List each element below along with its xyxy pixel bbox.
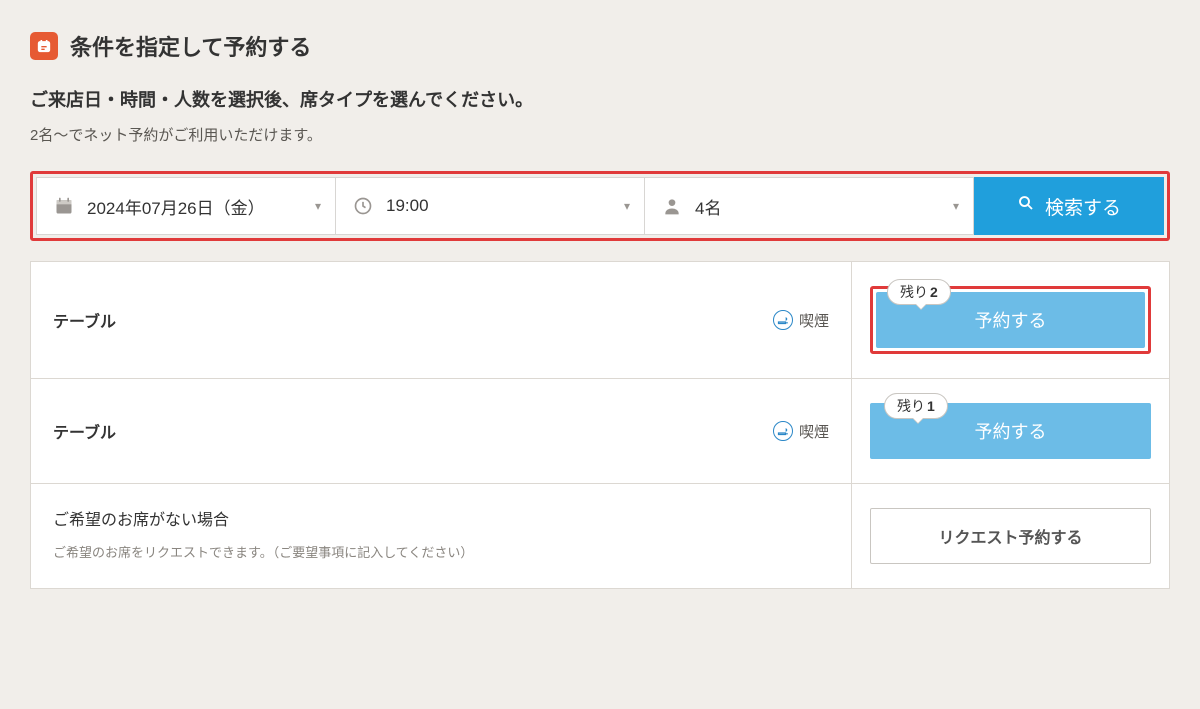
time-select[interactable]: 19:00 ▾ bbox=[335, 177, 645, 235]
smoking-icon bbox=[773, 421, 793, 441]
request-button-label: リクエスト予約する bbox=[938, 530, 1082, 547]
section-title: 条件を指定して予約する bbox=[70, 30, 311, 62]
table-row: テーブル 喫煙 残り1 予約する bbox=[31, 378, 1169, 483]
seat-type-label: テーブル bbox=[53, 419, 116, 443]
smoking-label: 喫煙 bbox=[799, 421, 829, 442]
instructions-note: 2名～でネット予約がご利用いただけます。 bbox=[30, 124, 1170, 145]
table-row: テーブル 喫煙 残り2 予約する bbox=[31, 262, 1169, 378]
request-row: ご希望のお席がない場合 ご希望のお席をリクエストできます。（ご要望事項に記入して… bbox=[31, 483, 1169, 588]
smoking-label: 喫煙 bbox=[799, 310, 829, 331]
reserve-button-wrap: 残り1 予約する bbox=[870, 403, 1151, 459]
clock-icon bbox=[352, 196, 374, 216]
date-value: 2024年07月26日（金） bbox=[87, 194, 265, 219]
seat-type-label: テーブル bbox=[53, 308, 116, 332]
search-button-label: 検索する bbox=[1045, 193, 1121, 220]
smoking-indicator: 喫煙 bbox=[773, 310, 829, 331]
party-value: 4名 bbox=[695, 194, 721, 219]
search-button[interactable]: 検索する bbox=[974, 177, 1164, 235]
reserve-button-label: 予約する bbox=[975, 311, 1047, 331]
reserve-button-label: 予約する bbox=[975, 422, 1047, 442]
request-title: ご希望のお席がない場合 bbox=[53, 506, 829, 530]
remaining-badge: 残り1 bbox=[884, 393, 948, 419]
search-icon bbox=[1017, 194, 1035, 218]
reservation-icon bbox=[30, 32, 58, 60]
reserve-button-highlight: 残り2 予約する bbox=[870, 286, 1151, 354]
section-header: 条件を指定して予約する bbox=[30, 30, 1170, 62]
person-icon bbox=[661, 196, 683, 216]
calendar-icon bbox=[53, 196, 75, 216]
remaining-badge: 残り2 bbox=[887, 279, 951, 305]
time-value: 19:00 bbox=[386, 196, 429, 216]
smoking-indicator: 喫煙 bbox=[773, 421, 829, 442]
results-table: テーブル 喫煙 残り2 予約する bbox=[30, 261, 1170, 589]
instructions-title: ご来店日・時間・人数を選択後、席タイプを選んでください。 bbox=[30, 86, 1170, 112]
chevron-down-icon: ▾ bbox=[953, 199, 959, 213]
party-select[interactable]: 4名 ▾ bbox=[644, 177, 974, 235]
request-reserve-button[interactable]: リクエスト予約する bbox=[870, 508, 1151, 564]
request-note: ご希望のお席をリクエストできます。（ご要望事項に記入してください） bbox=[53, 542, 829, 561]
search-bar-highlight: 2024年07月26日（金） ▾ 19:00 ▾ 4名 ▾ bbox=[30, 171, 1170, 241]
date-select[interactable]: 2024年07月26日（金） ▾ bbox=[36, 177, 336, 235]
smoking-icon bbox=[773, 310, 793, 330]
chevron-down-icon: ▾ bbox=[315, 199, 321, 213]
chevron-down-icon: ▾ bbox=[624, 199, 630, 213]
